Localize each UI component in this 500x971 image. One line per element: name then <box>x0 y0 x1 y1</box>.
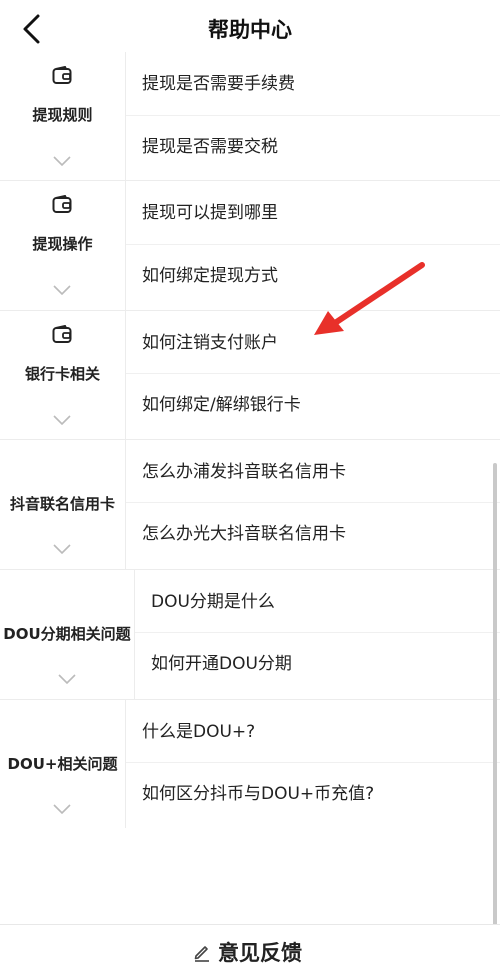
category-cell[interactable]: 银行卡相关 <box>0 311 125 439</box>
vertical-divider <box>125 311 126 439</box>
category-cell[interactable]: DOU+相关问题 <box>0 700 125 828</box>
question-link[interactable]: 提现可以提到哪里 <box>142 181 500 245</box>
question-link[interactable]: 怎么办浦发抖音联名信用卡 <box>142 440 500 504</box>
category-group-withdraw-rules: 提现规则 提现是否需要手续费 提现是否需要交税 <box>0 52 500 180</box>
category-cell[interactable]: DOU分期相关问题 <box>0 570 134 699</box>
feedback-bar: 意见反馈 <box>0 924 500 971</box>
question-link[interactable]: 提现是否需要手续费 <box>142 52 500 116</box>
category-label: 提现操作 <box>32 235 93 253</box>
wallet-icon <box>52 195 72 213</box>
vertical-divider <box>125 52 126 180</box>
question-link[interactable]: DOU分期是什么 <box>151 570 500 634</box>
vertical-divider <box>134 570 135 699</box>
scrollbar-thumb[interactable] <box>493 463 497 933</box>
chevron-down-icon[interactable] <box>53 804 71 814</box>
chevron-down-icon[interactable] <box>53 156 71 166</box>
edit-pencil-icon <box>194 946 209 962</box>
question-link[interactable]: 怎么办光大抖音联名信用卡 <box>142 502 500 566</box>
wallet-icon <box>52 325 72 343</box>
vertical-divider <box>125 700 126 828</box>
category-label: 银行卡相关 <box>24 365 100 383</box>
category-cell[interactable]: 抖音联名信用卡 <box>0 440 125 569</box>
chevron-down-icon[interactable] <box>58 674 76 684</box>
feedback-button[interactable]: 意见反馈 <box>192 937 302 967</box>
category-label: DOU分期相关问题 <box>3 625 131 643</box>
category-label: 提现规则 <box>32 106 93 124</box>
feedback-label: 意见反馈 <box>218 941 302 965</box>
question-link[interactable]: 提现是否需要交税 <box>142 115 500 179</box>
vertical-divider <box>125 181 126 310</box>
category-group-dou-plus: DOU+相关问题 什么是DOU+? 如何区分抖币与DOU+币充值? <box>0 700 500 828</box>
category-label: DOU+相关问题 <box>7 755 118 773</box>
category-group-dou-installment: DOU分期相关问题 DOU分期是什么 如何开通DOU分期 <box>0 570 500 699</box>
question-link[interactable]: 什么是DOU+? <box>142 700 500 764</box>
wallet-icon <box>52 66 72 84</box>
page-title: 帮助中心 <box>208 18 292 42</box>
question-link[interactable]: 如何区分抖币与DOU+币充值? <box>142 762 500 826</box>
category-label: 抖音联名信用卡 <box>9 495 115 513</box>
annotation-arrow-icon <box>314 262 425 335</box>
category-cell[interactable]: 提现操作 <box>0 181 125 310</box>
header-bar: 帮助中心 <box>0 0 500 58</box>
category-group-co-branded-card: 抖音联名信用卡 怎么办浦发抖音联名信用卡 怎么办光大抖音联名信用卡 <box>0 440 500 569</box>
vertical-divider <box>125 440 126 569</box>
category-cell[interactable]: 提现规则 <box>0 52 125 180</box>
question-link[interactable]: 如何绑定/解绑银行卡 <box>142 373 500 437</box>
chevron-down-icon[interactable] <box>53 544 71 554</box>
chevron-down-icon[interactable] <box>53 285 71 295</box>
question-link[interactable]: 如何开通DOU分期 <box>151 632 500 696</box>
chevron-down-icon[interactable] <box>53 415 71 425</box>
